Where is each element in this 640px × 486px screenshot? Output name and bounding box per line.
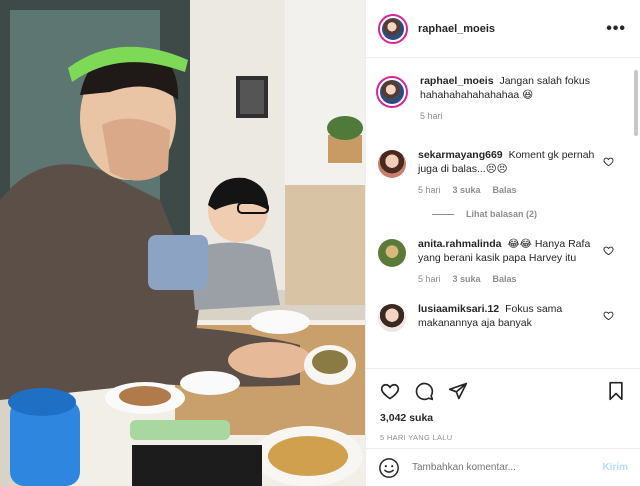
share-icon[interactable] [448, 381, 468, 401]
reply-button[interactable]: Balas [493, 274, 517, 284]
comment-input[interactable] [412, 462, 582, 473]
view-replies-label: Lihat balasan (2) [466, 209, 538, 219]
instagram-post: raphael_moeis ••• raphael_moeis Jangan s… [0, 0, 640, 486]
add-comment-bar: Kirim [366, 448, 640, 486]
commenter-avatar[interactable] [378, 150, 406, 178]
comment-item: lusiaamiksari.12 Fokus sama makanannya a… [378, 302, 628, 332]
caption-username[interactable]: raphael_moeis [420, 75, 494, 87]
reply-button[interactable]: Balas [493, 185, 517, 195]
more-options-icon[interactable]: ••• [606, 20, 626, 36]
comment-like-heart-icon[interactable] [603, 245, 614, 256]
view-replies-button[interactable]: Lihat balasan (2) [432, 209, 628, 219]
bookmark-icon[interactable] [606, 381, 626, 401]
like-count[interactable]: 3,042 suka [380, 412, 626, 424]
post-actions: 3,042 suka 5 HARI YANG LALU [366, 368, 640, 448]
commenter-username[interactable]: anita.rahmalinda [418, 238, 501, 250]
author-avatar[interactable] [378, 13, 408, 44]
commenter-username[interactable]: sekarmayang669 [418, 149, 503, 161]
comment-like-heart-icon[interactable] [603, 310, 614, 321]
heart-icon[interactable] [380, 381, 400, 401]
post-photo-illustration [0, 0, 365, 486]
commenter-avatar[interactable] [378, 304, 406, 332]
comment-icon[interactable] [414, 381, 434, 401]
comment-likes[interactable]: 3 suka [453, 274, 481, 284]
caption-avatar[interactable] [376, 76, 408, 108]
commenter-avatar[interactable] [378, 239, 406, 267]
comment-time[interactable]: 5 hari [418, 274, 441, 284]
post-timestamp: 5 HARI YANG LALU [380, 433, 453, 442]
post-header: raphael_moeis ••• [366, 0, 640, 58]
author-username[interactable]: raphael_moeis [418, 23, 495, 35]
post-photo[interactable] [0, 0, 365, 486]
caption: raphael_moeis Jangan salah fokus hahahah… [376, 58, 628, 142]
comment-time[interactable]: 5 hari [418, 185, 441, 195]
emoji-icon[interactable] [378, 457, 400, 479]
commenter-username[interactable]: lusiaamiksari.12 [418, 303, 499, 315]
caption-time[interactable]: 5 hari [420, 111, 443, 121]
comments-scrollbar[interactable] [634, 70, 638, 136]
comment-item: sekarmayang669 Koment gk pernah juga di … [378, 148, 628, 195]
replies-divider [432, 213, 454, 215]
post-side-panel: raphael_moeis ••• raphael_moeis Jangan s… [365, 0, 640, 486]
comment-like-heart-icon[interactable] [603, 156, 614, 167]
comment-item: anita.rahmalinda 😂😂 Hanya Rafa yang bera… [378, 237, 628, 284]
post-comment-button[interactable]: Kirim [602, 462, 628, 473]
comment-likes[interactable]: 3 suka [453, 185, 481, 195]
comments-list[interactable]: raphael_moeis Jangan salah fokus hahahah… [366, 58, 640, 368]
